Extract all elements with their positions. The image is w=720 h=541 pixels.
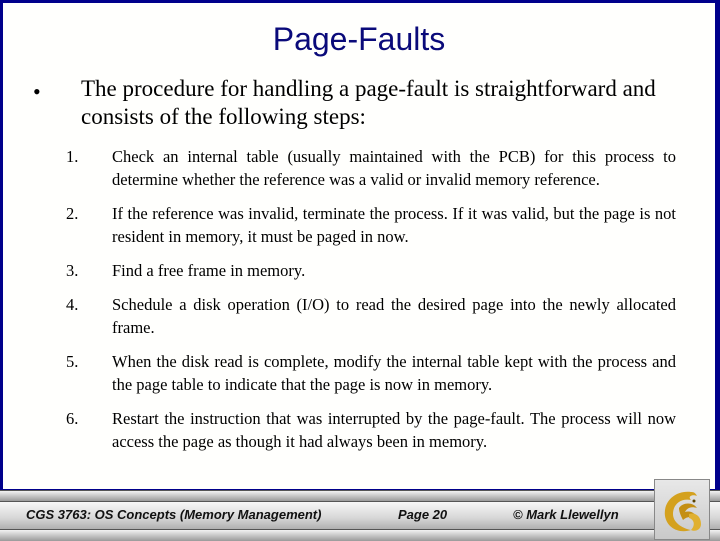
step-text: If the reference was invalid, terminate … (112, 204, 676, 246)
logo-box (654, 479, 710, 540)
step-text: Schedule a disk operation (I/O) to read … (112, 295, 676, 337)
step-number: 4. (66, 295, 79, 314)
footer-page-number: Page 20 (398, 507, 448, 522)
list-item: 3. Find a free frame in memory. (66, 259, 676, 282)
intro-paragraph: The procedure for handling a page-fault … (81, 76, 656, 129)
list-item: 5. When the disk read is complete, modify… (66, 350, 676, 396)
footer-bar-bottom (0, 529, 720, 541)
list-item: 6. Restart the instruction that was inter… (66, 407, 676, 453)
list-item: 2. If the reference was invalid, terminat… (66, 202, 676, 248)
footer-course: CGS 3763: OS Concepts (Memory Management… (26, 507, 322, 522)
footer-bar-top (0, 490, 720, 501)
step-number: 3. (66, 261, 79, 280)
steps-list: 1. Check an internal table (usually maint… (66, 145, 676, 464)
step-number: 2. (66, 204, 79, 223)
list-item: 4. Schedule a disk operation (I/O) to rea… (66, 293, 676, 339)
footer-copyright: © Mark Llewellyn (513, 507, 619, 522)
step-text: Find a free frame in memory. (112, 261, 306, 280)
pegasus-logo-icon (664, 491, 701, 532)
step-number: 5. (66, 352, 79, 371)
step-text: Restart the instruction that was interru… (112, 409, 676, 451)
step-number: 6. (66, 409, 79, 428)
slide-title: Page-Faults (272, 21, 446, 57)
slide-frame: Page-Faults • The procedure for handling… (0, 0, 720, 490)
bullet-icon: • (33, 79, 41, 104)
list-item: 1. Check an internal table (usually maint… (66, 145, 676, 191)
step-text: Check an internal table (usually maintai… (112, 147, 676, 189)
step-text: When the disk read is complete, modify t… (112, 352, 676, 394)
step-number: 1. (66, 147, 79, 166)
